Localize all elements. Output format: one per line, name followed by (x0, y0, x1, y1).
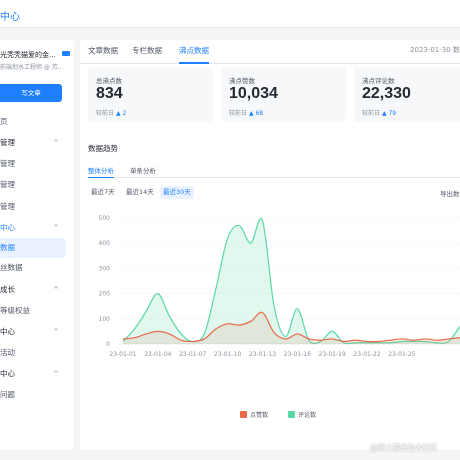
tab-pin-data[interactable]: 沸点数据 (179, 45, 209, 64)
data-tabs: 文章数据 专栏数据 沸点数据 2023-01-30 数据 (80, 40, 460, 64)
stat-value: 834 (96, 85, 123, 102)
export-button[interactable]: 导出数 (440, 188, 460, 198)
sidebar-item-3[interactable]: 管理 (0, 175, 74, 195)
author-title: 前端划水工程师 @ 芳... (0, 64, 64, 71)
x-tick-label: 23-01-13 (249, 351, 276, 358)
sidebar-item-label: 管理 (0, 159, 15, 168)
legend-label-comments: 评论数 (298, 412, 317, 419)
chevron-up-icon[interactable]: ^ (53, 133, 59, 153)
author-name[interactable]: 光秃秃猫爱的金... (0, 50, 56, 60)
up-arrow-icon: ▲ (115, 110, 121, 117)
y-tick-label: 300 (99, 265, 111, 272)
sidebar-item-13[interactable]: 问题 (0, 385, 74, 405)
analysis-tabs: 整体分析 单条分析 (88, 163, 460, 178)
stat-label: 总沸点数 (96, 77, 122, 85)
x-tick-label: 23-01-19 (319, 351, 346, 358)
y-tick-label: 400 (99, 240, 111, 247)
legend-label-likes: 点赞数 (250, 412, 269, 419)
legend-swatch-comments (288, 411, 295, 418)
sidebar-item-label: 管理 (0, 138, 15, 147)
tab-overall-analysis[interactable]: 整体分析 (88, 165, 114, 178)
range-30-days[interactable]: 最近30天 (160, 186, 194, 199)
trend-title: 数据趋势 (88, 144, 118, 153)
up-arrow-icon: ▲ (248, 110, 254, 117)
sidebar-item-label: 管理 (0, 180, 15, 189)
brand-title[interactable]: 中心 (0, 8, 20, 23)
x-tick-label: 23-01-07 (179, 351, 206, 358)
tab-single-analysis[interactable]: 单条分析 (130, 165, 156, 178)
level-badge-icon (62, 51, 70, 56)
write-article-button[interactable]: 写文章 (0, 84, 62, 102)
sidebar-item-label: 中心 (0, 369, 15, 378)
stat-label: 沸点评论数 (362, 77, 395, 85)
stat-card-pins: 总沸点数 834 较前日 ▲ 2 (88, 67, 213, 122)
x-tick-label: 23-01-04 (144, 351, 171, 358)
tab-article-data[interactable]: 文章数据 (88, 45, 118, 64)
data-date: 2023-01-30 数据 (410, 46, 460, 54)
stat-card-comments: 沸点评论数 22,330 较前日 ▲ 79 (354, 67, 460, 122)
watermark: @稀土掘金技术社区 (370, 443, 438, 452)
range-14-days[interactable]: 最近14天 (123, 186, 157, 199)
y-tick-label: 500 (99, 215, 111, 222)
sidebar-group-1[interactable]: 管理 ^ (0, 133, 74, 153)
y-tick-label: 100 (99, 316, 111, 323)
stat-compare: 较前日 ▲ 79 (362, 108, 396, 117)
sidebar-item-label: 问题 (0, 390, 15, 399)
stat-delta: 68 (255, 110, 264, 117)
stat-compare: 较前日 ▲ 2 (96, 108, 126, 117)
series-area-1 (123, 218, 460, 344)
x-tick-label: 23-01-10 (214, 351, 241, 358)
compare-label: 较前日 (229, 110, 248, 117)
compare-label: 较前日 (362, 110, 381, 117)
sidebar-item-label: 页 (0, 117, 8, 126)
stat-value: 22,330 (362, 85, 411, 102)
trend-chart: 0 100 200 300 400 500 23-01-01 23-01-04 23-01-07… (99, 215, 460, 358)
top-bar: 中心 (0, 0, 460, 28)
y-tick-label: 0 (106, 341, 110, 348)
stat-delta: 2 (122, 110, 127, 117)
range-7-days[interactable]: 最近7天 (88, 186, 118, 199)
x-tick-label: 23-01-22 (353, 351, 380, 358)
y-tick-label: 200 (99, 291, 111, 298)
stat-label: 沸点赞数 (229, 77, 255, 85)
sidebar-item-0[interactable]: 页 (0, 112, 74, 132)
x-tick-label: 23-01-01 (109, 351, 136, 358)
x-tick-label: 23-01-25 (388, 351, 415, 358)
stat-value: 10,034 (229, 85, 278, 102)
sidebar-item-2[interactable]: 管理 (0, 154, 74, 174)
compare-label: 较前日 (96, 110, 115, 117)
stat-card-likes: 沸点赞数 10,034 较前日 ▲ 68 (221, 67, 346, 122)
stat-compare: 较前日 ▲ 68 (229, 108, 263, 117)
legend-swatch-likes (240, 411, 247, 418)
x-tick-label: 23-01-16 (284, 351, 311, 358)
up-arrow-icon: ▲ (381, 110, 387, 117)
tab-column-data[interactable]: 专栏数据 (132, 45, 162, 64)
stat-delta: 79 (388, 110, 397, 117)
